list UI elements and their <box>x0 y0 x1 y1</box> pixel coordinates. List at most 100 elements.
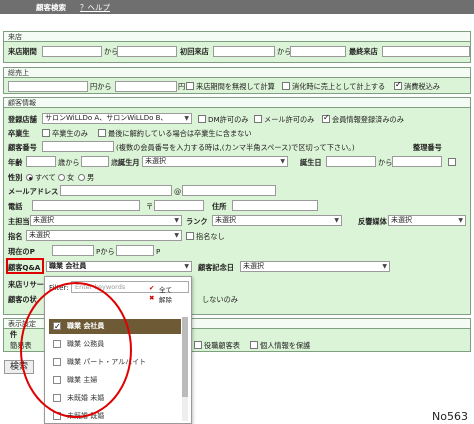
birth-month-select[interactable]: 未選択 ▼ <box>142 156 288 167</box>
section-sougaku: 円から 円 来店期間を無視して計算 消化時に売上として計上する 消費税込み <box>3 77 471 94</box>
raiten-period-from[interactable] <box>42 46 102 57</box>
sales-to-input[interactable] <box>115 81 177 92</box>
first-visit-from[interactable] <box>213 46 275 57</box>
store-label: 登録店舗 <box>8 115 37 124</box>
tax-included-checkbox[interactable] <box>394 80 402 90</box>
birth-month-label: 誕生月 <box>118 158 140 167</box>
count-on-use-checkbox[interactable] <box>282 82 290 90</box>
tel-input[interactable] <box>32 200 140 211</box>
tantou-label: 主担当 <box>8 217 30 226</box>
point-from-input[interactable] <box>52 245 94 256</box>
anniv-select[interactable]: 未選択 ▼ <box>240 261 390 272</box>
grad-only-label: 卒業生のみ <box>52 129 88 138</box>
dm-only-label: DM許可のみ <box>208 115 249 124</box>
chevron-down-icon: ▼ <box>174 217 179 224</box>
gender-male-radio[interactable] <box>78 174 85 181</box>
at-sign: @ <box>174 187 182 196</box>
member-no-label: 顧客番号 <box>8 143 37 152</box>
media-label: 反響媒体 <box>358 217 387 226</box>
anniv-value: 未選択 <box>243 262 264 270</box>
shimei-none-label: 指名なし <box>196 232 225 241</box>
tax-included-label: 消費税込み <box>404 82 440 91</box>
rank-select[interactable]: 未選択 ▼ <box>212 215 342 226</box>
clear-x-icon: ✖ <box>149 294 155 302</box>
gender-male-label: 男 <box>87 173 95 182</box>
gender-all-label: すべて <box>35 173 56 182</box>
mail-user-input[interactable] <box>60 185 172 196</box>
annotation-highlight-oval <box>20 282 132 418</box>
role-checkbox[interactable] <box>194 341 202 349</box>
tantou-value: 未選択 <box>33 216 54 224</box>
top-bar: 顧客検索 ？ヘルプ <box>0 0 474 14</box>
section-raiten: 来店期間 から 初回来店 から 最終来店 <box>3 41 471 63</box>
birthday-label: 誕生日 <box>300 158 322 167</box>
grad-label: 卒業生 <box>8 129 30 138</box>
postal-input[interactable] <box>154 200 204 211</box>
help-link[interactable]: ？ヘルプ <box>80 2 110 13</box>
dropdown-scrollbar[interactable] <box>182 317 188 421</box>
shimei-label: 指名 <box>8 232 23 241</box>
yen-text: 円 <box>178 82 186 91</box>
last-visit-from[interactable] <box>382 46 470 57</box>
birthday-checkbox[interactable] <box>448 158 456 166</box>
gender-female-label: 女 <box>67 173 75 182</box>
raiten-period-to[interactable] <box>117 46 177 57</box>
chevron-down-icon: ▼ <box>174 232 179 239</box>
mail-domain-input[interactable] <box>182 185 276 196</box>
grad-exclude-label: 最後に解約している場合は卒業生に含まない <box>108 129 252 138</box>
store-select[interactable]: サロンWiLLDo A、サロンWiLLDo B、 ▼ <box>42 113 192 124</box>
status-label: 顧客の状 <box>8 295 37 304</box>
birthday-to-input[interactable] <box>392 156 442 167</box>
chevron-down-icon: ▼ <box>280 158 285 165</box>
chevron-down-icon: ▼ <box>184 263 189 270</box>
birth-month-value: 未選択 <box>145 157 166 165</box>
member-no-input[interactable] <box>42 141 114 152</box>
risk-label: 来店リサー <box>8 280 44 289</box>
birthday-from-input[interactable] <box>326 156 376 167</box>
gender-label: 性別 <box>8 173 23 182</box>
not-only-label: しないのみ <box>202 295 238 304</box>
first-visit-to[interactable] <box>290 46 346 57</box>
privacy-checkbox[interactable] <box>250 341 258 349</box>
member-only-label: 会員情報登録済みのみ <box>332 115 404 124</box>
seiri-label: 整理番号 <box>413 143 442 152</box>
clear-link[interactable]: 解除 <box>159 294 172 304</box>
member-only-checkbox[interactable] <box>322 113 330 123</box>
store-select-value: サロンWiLLDo A、サロンWiLLDo B、 <box>45 114 168 122</box>
mail-label: メールアドレス <box>8 187 59 196</box>
age-from-text: 歳から <box>58 158 80 167</box>
tel-label: 電話 <box>8 202 23 211</box>
gender-all-radio[interactable] <box>26 174 33 181</box>
address-label: 住所 <box>212 202 227 211</box>
grad-exclude-checkbox[interactable] <box>98 129 106 137</box>
shimei-none-checkbox[interactable] <box>186 232 194 240</box>
address-input[interactable] <box>232 200 318 211</box>
media-select[interactable]: 未選択 ▼ <box>388 215 466 226</box>
shimei-select[interactable]: 未選択 ▼ <box>26 230 182 241</box>
qa-value: 職業 会社員 <box>49 262 87 270</box>
mail-only-checkbox[interactable] <box>254 115 262 123</box>
qa-select[interactable]: 職業 会社員 ▼ <box>46 261 192 272</box>
count-on-use-label: 消化時に売上として計上する <box>292 82 386 91</box>
scrollbar-thumb[interactable] <box>182 317 188 397</box>
sales-from-input[interactable] <box>8 81 88 92</box>
tantou-select[interactable]: 未選択 ▼ <box>30 215 182 226</box>
age-from-input[interactable] <box>26 156 56 167</box>
grad-only-checkbox[interactable] <box>42 129 50 137</box>
chevron-down-icon: ▼ <box>382 263 387 270</box>
privacy-label: 個人情報を保護 <box>260 341 311 350</box>
point-to-text: P <box>156 247 161 256</box>
section-sougaku-title: 総売上 <box>3 67 471 77</box>
gender-female-radio[interactable] <box>58 174 65 181</box>
point-to-input[interactable] <box>116 245 154 256</box>
ignore-period-checkbox[interactable] <box>186 82 194 90</box>
chevron-down-icon: ▼ <box>334 217 339 224</box>
select-all-link[interactable]: 全て <box>159 284 172 294</box>
select-all-check-icon: ✔ <box>149 284 155 292</box>
shimei-value: 未選択 <box>29 231 50 239</box>
ken-label: 件 <box>10 330 18 339</box>
dm-only-checkbox[interactable] <box>198 115 206 123</box>
chevron-down-icon: ▼ <box>458 217 463 224</box>
raiten-first-label: 初回来店 <box>180 47 209 56</box>
age-to-input[interactable] <box>81 156 109 167</box>
